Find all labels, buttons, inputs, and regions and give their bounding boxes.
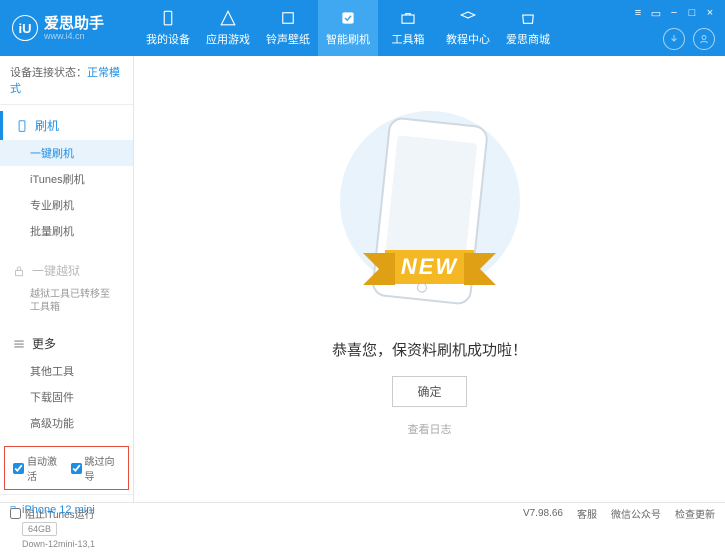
flash-icon — [339, 9, 357, 27]
maximize-icon[interactable]: □ — [685, 6, 699, 20]
success-message: 恭喜您，保资料刷机成功啦！ — [332, 339, 527, 360]
logo-icon: iU — [12, 15, 38, 41]
update-link[interactable]: 检查更新 — [675, 506, 715, 521]
main-nav: 我的设备 应用游戏 铃声壁纸 智能刷机 工具箱 教程中心 爱思商城 — [138, 0, 558, 56]
service-link[interactable]: 客服 — [577, 506, 597, 521]
wechat-link[interactable]: 微信公众号 — [611, 506, 661, 521]
user-icon[interactable] — [693, 28, 715, 50]
app-name: 爱思助手 — [44, 16, 104, 31]
sidebar-item-pro-flash[interactable]: 专业刷机 — [0, 192, 133, 218]
nav-apps[interactable]: 应用游戏 — [198, 0, 258, 56]
version-label: V7.98.66 — [523, 508, 563, 519]
header-actions — [663, 28, 715, 50]
nav-flash[interactable]: 智能刷机 — [318, 0, 378, 56]
sidebar-item-batch-flash[interactable]: 批量刷机 — [0, 218, 133, 244]
menu-icon[interactable]: ≡ — [631, 6, 645, 20]
phone-icon — [15, 119, 29, 133]
sidebar-item-itunes-flash[interactable]: iTunes刷机 — [0, 166, 133, 192]
sidebar-item-other-tools[interactable]: 其他工具 — [0, 358, 133, 384]
options-highlighted: 自动激活 跳过向导 — [4, 446, 129, 490]
sidebar-item-advanced[interactable]: 高级功能 — [0, 410, 133, 436]
device-info: iPhone 12 mini 64GB Down-12mini-13,1 — [0, 494, 133, 557]
window-controls: ≡ ▭ − □ × — [631, 6, 717, 20]
nav-tutorials[interactable]: 教程中心 — [438, 0, 498, 56]
wallpaper-icon — [279, 9, 297, 27]
skip-guide-checkbox[interactable]: 跳过向导 — [71, 453, 121, 483]
ok-button[interactable]: 确定 — [392, 376, 466, 407]
nav-store[interactable]: 爱思商城 — [498, 0, 558, 56]
toolbox-icon — [399, 9, 417, 27]
nav-my-device[interactable]: 我的设备 — [138, 0, 198, 56]
apps-icon — [219, 9, 237, 27]
skin-icon[interactable]: ▭ — [649, 6, 663, 20]
connection-status: 设备连接状态：正常模式 — [0, 56, 133, 105]
view-log-link[interactable]: 查看日志 — [408, 421, 452, 437]
jailbreak-note: 越狱工具已转移至工具箱 — [0, 285, 133, 317]
nav-toolbox[interactable]: 工具箱 — [378, 0, 438, 56]
device-icon — [159, 9, 177, 27]
list-icon — [12, 337, 26, 351]
sidebar: 设备连接状态：正常模式 刷机 一键刷机 iTunes刷机 专业刷机 批量刷机 一… — [0, 56, 134, 502]
main-content: NEW 恭喜您，保资料刷机成功啦！ 确定 查看日志 — [134, 56, 725, 502]
sidebar-item-oneclick-flash[interactable]: 一键刷机 — [0, 140, 133, 166]
device-model: Down-12mini-13,1 — [8, 537, 125, 551]
download-icon[interactable] — [663, 28, 685, 50]
app-url: www.i4.cn — [44, 31, 104, 41]
sidebar-jailbreak-header: 一键越狱 — [0, 256, 133, 285]
nav-ringtones[interactable]: 铃声壁纸 — [258, 0, 318, 56]
sidebar-flash-header[interactable]: 刷机 — [0, 111, 133, 140]
success-illustration: NEW — [355, 121, 505, 321]
logo: iU 爱思助手 www.i4.cn — [8, 15, 138, 41]
close-icon[interactable]: × — [703, 6, 717, 20]
sidebar-more-header[interactable]: 更多 — [0, 329, 133, 358]
sidebar-item-download-firmware[interactable]: 下载固件 — [0, 384, 133, 410]
store-icon — [519, 9, 537, 27]
auto-activate-checkbox[interactable]: 自动激活 — [13, 453, 63, 483]
block-itunes-checkbox[interactable]: 阻止iTunes运行 — [10, 506, 95, 521]
title-bar: iU 爱思助手 www.i4.cn 我的设备 应用游戏 铃声壁纸 智能刷机 工具… — [0, 0, 725, 56]
tutorial-icon — [459, 9, 477, 27]
minimize-icon[interactable]: − — [667, 6, 681, 20]
device-capacity: 64GB — [22, 522, 57, 536]
new-ribbon: NEW — [385, 250, 474, 284]
lock-icon — [12, 264, 26, 278]
